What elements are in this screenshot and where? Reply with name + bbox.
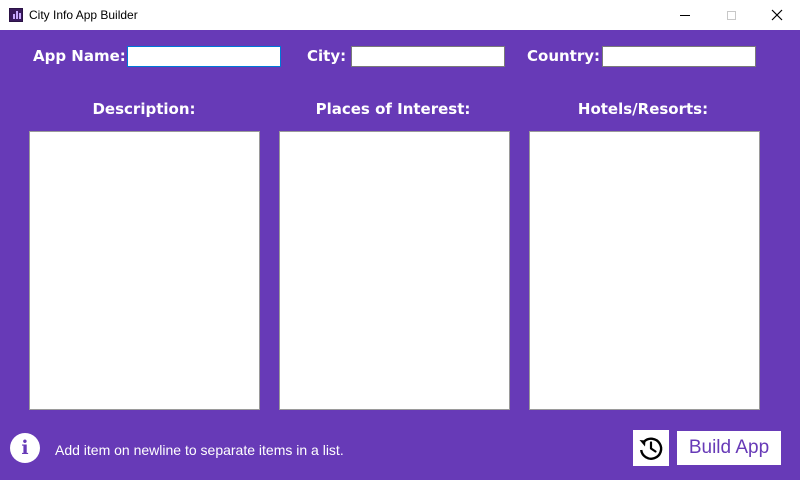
app-name-label: App Name: <box>33 47 126 65</box>
city-input[interactable] <box>351 46 505 67</box>
hotels-textarea[interactable] <box>529 131 760 410</box>
maximize-button[interactable] <box>708 0 754 30</box>
app-icon <box>9 8 23 22</box>
window-title: City Info App Builder <box>29 8 138 22</box>
city-label: City: <box>307 47 347 65</box>
places-textarea[interactable] <box>279 131 510 410</box>
close-icon <box>771 9 783 21</box>
maximize-icon <box>726 10 736 20</box>
info-icon: i <box>10 433 40 463</box>
minimize-icon <box>680 14 690 16</box>
description-textarea[interactable] <box>29 131 260 410</box>
country-input[interactable] <box>602 46 756 67</box>
main-panel: App Name: City: Country: Description: Pl… <box>0 30 800 480</box>
places-label: Places of Interest: <box>315 100 471 118</box>
country-label: Country: <box>527 47 601 65</box>
build-app-button[interactable]: Build App <box>677 431 781 465</box>
history-icon <box>639 437 663 460</box>
title-bar: City Info App Builder <box>0 0 800 30</box>
close-button[interactable] <box>754 0 800 30</box>
description-label: Description: <box>92 100 196 118</box>
history-button[interactable] <box>633 430 669 466</box>
app-name-input[interactable] <box>127 46 281 67</box>
hint-text: Add item on newline to separate items in… <box>55 442 344 458</box>
minimize-button[interactable] <box>662 0 708 30</box>
hotels-label: Hotels/Resorts: <box>577 100 709 118</box>
